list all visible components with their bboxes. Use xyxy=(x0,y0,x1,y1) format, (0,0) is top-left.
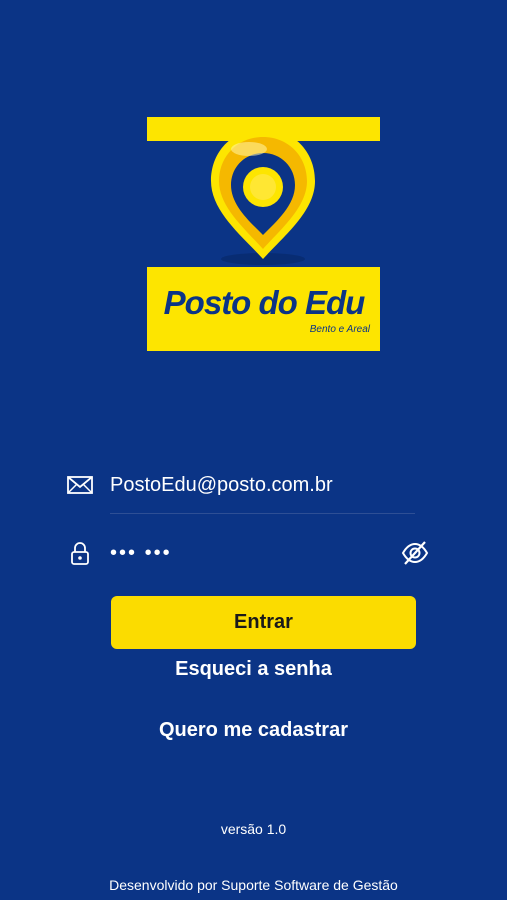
envelope-icon xyxy=(67,476,93,494)
eye-slash-icon[interactable] xyxy=(400,540,430,566)
password-masked-value: ••• ••• xyxy=(110,542,172,564)
email-value: PostoEdu@posto.com.br xyxy=(110,474,333,496)
password-field[interactable]: ••• ••• xyxy=(66,533,441,573)
developer-credit: Desenvolvido por Suporte Software de Ges… xyxy=(109,877,398,893)
logo-tagline: Bento e Areal xyxy=(309,324,370,335)
version-text: versão 1.0 xyxy=(220,821,287,837)
email-field[interactable]: PostoEdu@posto.com.br xyxy=(66,465,441,505)
signup-link[interactable]: Quero me cadastrar xyxy=(0,719,507,742)
lock-icon xyxy=(71,542,89,565)
forgot-password-link[interactable]: Esqueci a senha xyxy=(0,658,507,681)
login-button[interactable]: Entrar xyxy=(111,596,416,649)
location-pin-icon xyxy=(211,129,315,265)
email-underline xyxy=(110,513,415,514)
app-logo: Posto do Edu Bento e Areal xyxy=(147,117,380,351)
logo-brand-text: Posto do Edu xyxy=(163,284,366,321)
